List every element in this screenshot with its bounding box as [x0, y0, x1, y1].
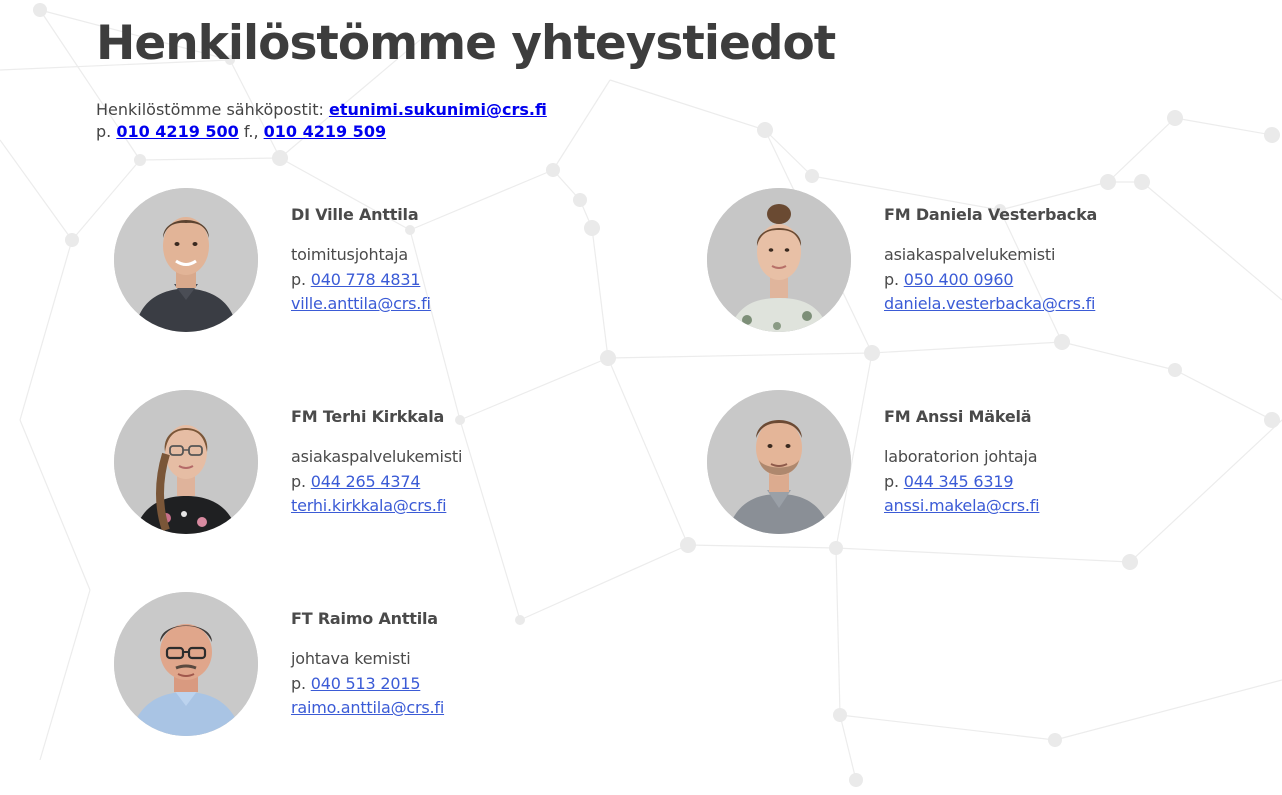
staff-phone-line: p. 044 265 4374	[291, 470, 462, 495]
staff-photo-avatar	[114, 390, 258, 534]
page-title: Henkilöstömme yhteystiedot	[96, 16, 836, 71]
staff-phone-line: p. 040 513 2015	[291, 672, 444, 697]
staff-name: FM Daniela Vesterbacka	[884, 205, 1098, 224]
staff-card: DI Ville Anttila toimitusjohtaja p. 040 …	[96, 188, 616, 338]
portrait-image	[707, 188, 851, 332]
staff-email-link[interactable]: ville.anttila@crs.fi	[291, 294, 431, 313]
intro-fax-link[interactable]: 010 4219 509	[264, 122, 386, 141]
staff-phone-prefix: p.	[884, 269, 904, 289]
intro-fax-prefix: f.,	[238, 122, 264, 141]
staff-info: FM Anssi Mäkelä laboratorion johtaja p. …	[884, 406, 1040, 519]
staff-phone-link[interactable]: 040 778 4831	[311, 270, 421, 289]
portrait-image	[114, 390, 258, 534]
staff-info: FT Raimo Anttila johtava kemisti p. 040 …	[291, 608, 444, 721]
staff-email-line: daniela.vesterbacka@crs.fi	[884, 292, 1097, 317]
staff-phone-prefix: p.	[291, 269, 311, 289]
staff-card: FT Raimo Anttila johtava kemisti p. 040 …	[96, 592, 616, 742]
staff-role: asiakaspalvelukemisti	[884, 245, 1056, 264]
staff-email-line: anssi.makela@crs.fi	[884, 494, 1040, 519]
staff-photo-avatar	[707, 390, 851, 534]
staff-role: laboratorion johtaja	[884, 447, 1038, 466]
staff-photo-avatar	[114, 188, 258, 332]
staff-name: FM Terhi Kirkkala	[291, 407, 445, 426]
staff-info: FM Terhi Kirkkala asiakaspalvelukemisti …	[291, 406, 462, 519]
staff-role: toimitusjohtaja	[291, 245, 408, 264]
intro-contact-info: Henkilöstömme sähköpostit: etunimi.sukun…	[96, 99, 547, 143]
intro-email-line: Henkilöstömme sähköpostit: etunimi.sukun…	[96, 99, 547, 121]
staff-email-line: ville.anttila@crs.fi	[291, 292, 431, 317]
staff-phone-prefix: p.	[884, 471, 904, 491]
staff-phone-link[interactable]: 044 345 6319	[904, 472, 1014, 491]
intro-email-link[interactable]: etunimi.sukunimi@crs.fi	[329, 100, 547, 119]
portrait-image	[114, 188, 258, 332]
staff-email-link[interactable]: daniela.vesterbacka@crs.fi	[884, 294, 1095, 313]
staff-card: FM Anssi Mäkelä laboratorion johtaja p. …	[689, 390, 1209, 540]
staff-phone-link[interactable]: 050 400 0960	[904, 270, 1014, 289]
staff-name: DI Ville Anttila	[291, 205, 419, 224]
intro-phone-link[interactable]: 010 4219 500	[116, 122, 238, 141]
staff-phone-line: p. 040 778 4831	[291, 268, 431, 293]
staff-photo-avatar	[707, 188, 851, 332]
staff-info: FM Daniela Vesterbacka asiakaspalvelukem…	[884, 204, 1097, 317]
staff-name: FT Raimo Anttila	[291, 609, 438, 628]
staff-photo-avatar	[114, 592, 258, 736]
intro-phone-line: p. 010 4219 500 f., 010 4219 509	[96, 121, 547, 143]
staff-email-link[interactable]: anssi.makela@crs.fi	[884, 496, 1040, 515]
staff-email-line: terhi.kirkkala@crs.fi	[291, 494, 462, 519]
portrait-image	[114, 592, 258, 736]
staff-phone-line: p. 044 345 6319	[884, 470, 1039, 495]
staff-info: DI Ville Anttila toimitusjohtaja p. 040 …	[291, 204, 431, 317]
intro-email-label: Henkilöstömme sähköpostit:	[96, 100, 329, 119]
staff-name: FM Anssi Mäkelä	[884, 407, 1032, 426]
staff-phone-prefix: p.	[291, 673, 311, 693]
staff-role: asiakaspalvelukemisti	[291, 447, 463, 466]
staff-role: johtava kemisti	[291, 649, 411, 668]
staff-phone-link[interactable]: 040 513 2015	[311, 674, 421, 693]
staff-contact-page: Henkilöstömme yhteystiedot Henkilöstömme…	[0, 0, 1282, 795]
staff-card: FM Terhi Kirkkala asiakaspalvelukemisti …	[96, 390, 616, 540]
staff-phone-line: p. 050 400 0960	[884, 268, 1097, 293]
staff-phone-prefix: p.	[291, 471, 311, 491]
portrait-image	[707, 390, 851, 534]
staff-email-line: raimo.anttila@crs.fi	[291, 696, 444, 721]
staff-email-link[interactable]: raimo.anttila@crs.fi	[291, 698, 444, 717]
staff-phone-link[interactable]: 044 265 4374	[311, 472, 421, 491]
intro-phone-prefix: p.	[96, 122, 117, 141]
staff-email-link[interactable]: terhi.kirkkala@crs.fi	[291, 496, 447, 515]
staff-card: FM Daniela Vesterbacka asiakaspalvelukem…	[689, 188, 1209, 338]
